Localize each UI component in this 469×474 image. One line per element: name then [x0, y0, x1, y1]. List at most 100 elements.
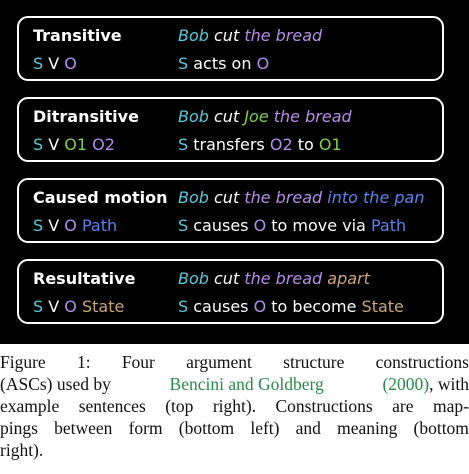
token-white: V: [43, 54, 65, 73]
token-white: cut: [208, 26, 245, 45]
caption-word: and: [295, 418, 321, 438]
token-path: into the pan: [327, 188, 425, 207]
token-object: O: [64, 54, 77, 73]
caption-word: Four: [121, 352, 155, 372]
token-state: State: [81, 297, 125, 316]
token-object: O2: [92, 135, 115, 154]
caption-word: (bottom: [413, 418, 469, 438]
token-subject: S: [33, 297, 44, 316]
token-state: State: [361, 297, 404, 316]
token-subject: Bob: [178, 269, 209, 288]
caption-word: between: [54, 418, 113, 438]
construction-box-ditransitive: Ditransitive Bob cut Joe the bread S V O…: [17, 97, 444, 162]
token-subject: S: [33, 135, 44, 154]
figure-panel: Transitive Bob cut the bread S V O S act…: [0, 0, 469, 344]
token-o1: O1: [318, 135, 342, 154]
caption-word: (top: [165, 396, 194, 416]
token-white: V: [43, 297, 65, 316]
token-object: O: [253, 297, 267, 316]
construction-box-resultative: Resultative Bob cut the bread apart S V …: [17, 259, 444, 324]
caption-word: pings: [0, 418, 38, 438]
token-object: O: [64, 297, 77, 316]
token-subject: S: [33, 216, 44, 235]
example-sentence: Bob cut the bread into the pan: [178, 188, 424, 207]
caption-word: map-: [432, 396, 469, 416]
form-pattern: S V O1 O2: [33, 135, 115, 154]
token-subject: S: [178, 297, 189, 316]
caption-word: sentences: [78, 396, 146, 416]
caption-line: example sentences (top right). Constructions…: [0, 395, 469, 417]
token-white: to move via: [266, 216, 371, 235]
token-white: to become: [266, 297, 362, 316]
token-object: the bread: [244, 269, 323, 288]
token-white: V: [43, 135, 65, 154]
token-white: acts on: [188, 54, 257, 73]
token-state: apart: [327, 269, 370, 288]
caption-word: constructions: [375, 352, 469, 372]
figure-caption: Figure 1: Four argument structure constructio…: [0, 351, 469, 461]
token-white: causes: [188, 216, 254, 235]
token-white: cut: [208, 269, 245, 288]
token-path: Path: [371, 216, 407, 235]
construction-box-transitive: Transitive Bob cut the bread S V O S act…: [17, 16, 444, 81]
caption-line: right).: [0, 439, 469, 461]
caption-word: Figure: [0, 352, 46, 372]
caption-word: 1:: [76, 352, 91, 372]
construction-box-caused-motion: Caused motion Bob cut the bread into the…: [17, 178, 444, 243]
form-pattern: S V O: [33, 54, 77, 73]
token-white: to: [292, 135, 319, 154]
token-subject: Bob: [178, 188, 209, 207]
form-pattern: S V O Path: [33, 216, 117, 235]
token-subject: Bob: [178, 107, 209, 126]
caption-word: argument: [186, 352, 252, 372]
example-sentence: Bob cut the bread apart: [178, 269, 370, 288]
token-o1: O1: [64, 135, 88, 154]
token-object: O2: [269, 135, 293, 154]
caption-word: right).: [212, 396, 257, 416]
token-white: V: [43, 216, 65, 235]
construction-name: Resultative: [33, 269, 136, 288]
caption-word: example: [0, 396, 60, 416]
token-object: O: [64, 216, 77, 235]
example-sentence: Bob cut the bread: [178, 26, 322, 45]
caption-word: Constructions: [275, 396, 373, 416]
token-white: causes: [188, 297, 254, 316]
caption-line: (ASCs) used by Bencini and Goldberg (200…: [0, 373, 469, 395]
construction-name: Transitive: [33, 26, 122, 45]
token-subject: S: [33, 54, 44, 73]
token-path: Path: [81, 216, 118, 235]
example-sentence: Bob cut Joe the bread: [178, 107, 352, 126]
citation-link[interactable]: Bencini and Goldberg: [170, 373, 324, 395]
token-subject: S: [178, 54, 189, 73]
token-subject: S: [178, 216, 189, 235]
token-o1: Joe: [244, 107, 269, 126]
token-object: the bread: [244, 26, 323, 45]
token-white: cut: [208, 188, 245, 207]
token-subject: Bob: [178, 26, 209, 45]
caption-text: , with: [429, 374, 469, 394]
citation-year-link[interactable]: (2000): [382, 374, 429, 394]
caption-line: Figure 1: Four argument structure constructio…: [0, 351, 469, 373]
caption-text: (ASCs) used by: [0, 374, 111, 394]
meaning-description: S causes O to become State: [178, 297, 404, 316]
form-pattern: S V O State: [33, 297, 124, 316]
meaning-description: S acts on O: [178, 54, 269, 73]
caption-word: are: [392, 396, 414, 416]
caption-word: form: [128, 418, 163, 438]
token-subject: S: [178, 135, 189, 154]
caption-word: meaning: [337, 418, 398, 438]
caption-text: right).: [0, 440, 44, 460]
token-white: cut: [208, 107, 245, 126]
token-object: the bread: [273, 107, 352, 126]
token-object: O: [253, 216, 267, 235]
caption-word: left): [250, 418, 280, 438]
caption-line: pings between form (bottom left) and meaning (b…: [0, 417, 469, 439]
caption-word: structure: [283, 352, 345, 372]
token-object: O: [256, 54, 270, 73]
meaning-description: S transfers O2 to O1: [178, 135, 342, 154]
caption-word: (bottom: [178, 418, 235, 438]
construction-name: Caused motion: [33, 188, 168, 207]
construction-name: Ditransitive: [33, 107, 139, 126]
token-object: the bread: [244, 188, 323, 207]
meaning-description: S causes O to move via Path: [178, 216, 406, 235]
